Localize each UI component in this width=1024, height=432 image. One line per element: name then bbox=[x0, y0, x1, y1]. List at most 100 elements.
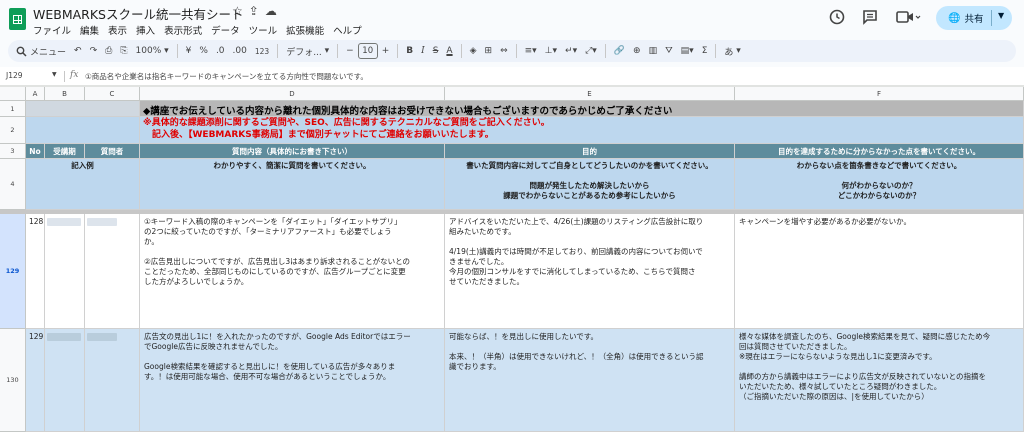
history-icon[interactable] bbox=[828, 8, 846, 26]
filter-views-icon[interactable]: ▤▾ bbox=[677, 46, 698, 56]
text-rotation-icon[interactable]: ⤢▾ bbox=[581, 46, 601, 56]
name-box-dropdown-icon[interactable]: ▼ bbox=[52, 71, 57, 78]
name-box[interactable]: J129 bbox=[6, 71, 23, 80]
menu-extensions[interactable]: 拡張機能 bbox=[286, 23, 324, 37]
cell-question-128[interactable]: ①キーワード入稿の際のキャンペーンを「ダイエット」「ダイエットサプリ」 の2つに… bbox=[140, 214, 445, 329]
font-size-decrease-button[interactable]: − bbox=[342, 46, 358, 56]
insert-chart-icon[interactable]: ▥ bbox=[645, 46, 662, 56]
cell-unclear-128[interactable]: キャンペーンを増やす必要があるか必要がないか。 bbox=[735, 214, 1024, 329]
comment-icon[interactable] bbox=[861, 8, 879, 26]
number-format-button[interactable]: 123 bbox=[251, 47, 273, 56]
sheets-logo-icon[interactable] bbox=[9, 8, 26, 30]
menu-insert[interactable]: 挿入 bbox=[136, 23, 155, 37]
share-dropdown-icon[interactable]: ▼ bbox=[998, 11, 1004, 20]
merge-cells-icon[interactable]: ⇔ bbox=[496, 46, 512, 56]
cell-a2-c2[interactable] bbox=[26, 117, 140, 144]
currency-format-button[interactable]: ¥ bbox=[182, 46, 196, 56]
functions-button[interactable]: Σ bbox=[698, 46, 712, 56]
row-header-1[interactable]: 1 bbox=[0, 101, 26, 117]
header-purpose[interactable]: 目的 bbox=[445, 144, 735, 159]
zoom-select[interactable]: 100% ▾ bbox=[132, 46, 173, 56]
example-purpose[interactable]: 書いた質問内容に対してご自身としてどうしたいのかを書いてください。 問題が発生し… bbox=[445, 159, 735, 210]
instruction-cell[interactable]: ※具体的な課題添削に関するご質問や、SEO、広告に関するテクニカルなご質問をご記… bbox=[140, 117, 1024, 144]
redo-icon[interactable]: ↷ bbox=[86, 46, 102, 56]
formula-input[interactable]: ①商品名や企業名は指名キーワードのキャンペーンを立てる方向性で問題ないです。 bbox=[85, 71, 368, 82]
cell-question-129[interactable]: 広告文の見出し1に！を入れたかったのですが、Google Ads Editorで… bbox=[140, 329, 445, 432]
column-header-f[interactable]: F bbox=[735, 87, 1024, 101]
star-icon[interactable]: ☆ bbox=[232, 4, 249, 18]
row-header-130[interactable]: 130 bbox=[0, 329, 26, 432]
cell-term-129[interactable] bbox=[45, 329, 85, 432]
cell-questioner-128[interactable] bbox=[85, 214, 140, 329]
header-question[interactable]: 質問内容（具体的にお書き下さい） bbox=[140, 144, 445, 159]
print-icon[interactable]: ⎙ bbox=[101, 46, 116, 56]
insert-link-icon[interactable]: 🔗 bbox=[610, 46, 629, 56]
move-folder-icon[interactable]: ⇪ bbox=[249, 4, 265, 18]
input-tools-button[interactable]: あ ▾ bbox=[720, 45, 744, 58]
menu-view[interactable]: 表示 bbox=[108, 23, 127, 37]
insert-comment-icon[interactable]: ⊕ bbox=[629, 46, 645, 56]
font-size-input[interactable]: 10 bbox=[357, 43, 378, 59]
borders-icon[interactable]: ⊞ bbox=[481, 46, 497, 56]
cell-term-128[interactable] bbox=[45, 214, 85, 329]
menu-format[interactable]: 表示形式 bbox=[164, 23, 202, 37]
redacted-block bbox=[87, 218, 117, 226]
vertical-align-icon[interactable]: ⊥▾ bbox=[541, 46, 561, 56]
header-no[interactable]: No bbox=[26, 144, 45, 159]
document-title[interactable]: WEBMARKSスクール統一共有シート bbox=[33, 4, 244, 23]
decrease-decimal-button[interactable]: .0 bbox=[212, 46, 229, 56]
cloud-saved-icon[interactable]: ☁ bbox=[265, 4, 283, 18]
row-header-3[interactable]: 3 bbox=[0, 144, 26, 159]
formula-divider bbox=[64, 71, 65, 82]
column-header-c[interactable]: C bbox=[85, 87, 140, 101]
font-size-increase-button[interactable]: + bbox=[378, 46, 394, 56]
strikethrough-button[interactable]: S bbox=[429, 46, 443, 56]
text-color-button[interactable]: A bbox=[442, 46, 456, 56]
cell-no-129[interactable]: 129 bbox=[26, 329, 45, 432]
text-wrap-icon[interactable]: ↵▾ bbox=[561, 46, 581, 56]
menu-help[interactable]: ヘルプ bbox=[333, 23, 362, 37]
horizontal-align-icon[interactable]: ≡▾ bbox=[521, 46, 541, 56]
cell-unclear-129[interactable]: 様々な媒体を調査したのち、Google検索結果を見て、疑問に感じたため今 回は質… bbox=[735, 329, 1024, 432]
select-all-corner[interactable] bbox=[0, 87, 26, 101]
column-header-d[interactable]: D bbox=[140, 87, 445, 101]
cell-no-128[interactable]: 128 bbox=[26, 214, 45, 329]
font-value: デフォ... bbox=[286, 47, 322, 58]
column-header-b[interactable]: B bbox=[45, 87, 85, 101]
meet-video-icon[interactable] bbox=[895, 8, 921, 26]
percent-format-button[interactable]: % bbox=[195, 46, 212, 56]
bold-button[interactable]: B bbox=[402, 46, 417, 56]
toolbar: メニュー ↶ ↷ ⎙ ⎘ 100% ▾ ¥ % .0 .00 123 デフォ..… bbox=[8, 40, 1016, 62]
menu-data[interactable]: データ bbox=[211, 23, 240, 37]
menu-edit[interactable]: 編集 bbox=[80, 23, 99, 37]
cell-questioner-129[interactable] bbox=[85, 329, 140, 432]
cell-purpose-128[interactable]: アドバイスをいただいた上で、4/26(土)課題のリスティング広告設計に取り 組み… bbox=[445, 214, 735, 329]
menu-tools[interactable]: ツール bbox=[249, 23, 278, 37]
row-header-129[interactable]: 129 bbox=[0, 214, 26, 329]
search-menus[interactable]: メニュー bbox=[8, 45, 70, 58]
redacted-block bbox=[87, 333, 117, 341]
menu-file[interactable]: ファイル bbox=[33, 23, 71, 37]
paint-format-icon[interactable]: ⎘ bbox=[116, 46, 131, 56]
header-questioner[interactable]: 質問者 bbox=[85, 144, 140, 159]
increase-decimal-button[interactable]: .00 bbox=[229, 46, 251, 56]
header-unclear-points[interactable]: 目的を達成するために分からなかった点を書いてください。 bbox=[735, 144, 1024, 159]
fill-color-icon[interactable]: ◈ bbox=[466, 46, 481, 56]
example-unclear-points[interactable]: わからない点を箇条書きなどで書いてください。 何がわからないのか？ どこかわから… bbox=[735, 159, 1024, 210]
cell-purpose-129[interactable]: 可能ならば、！を見出しに使用したいです。 本来、！（半角）は使用できないけれど、… bbox=[445, 329, 735, 432]
filter-icon[interactable]: ⛛ bbox=[661, 46, 677, 56]
toolbar-divider bbox=[337, 44, 339, 58]
notice-banner[interactable]: ◆講座でお伝えしている内容から離れた個別具体的な内容はお受けできない場合もござい… bbox=[140, 101, 1024, 117]
cell-a1-c1[interactable] bbox=[26, 101, 140, 117]
example-question[interactable]: わかりやすく、簡潔に質問を書いてください。 bbox=[140, 159, 445, 210]
column-header-a[interactable]: A bbox=[26, 87, 45, 101]
example-label[interactable]: 記入例 bbox=[26, 159, 140, 210]
undo-icon[interactable]: ↶ bbox=[70, 46, 86, 56]
font-select[interactable]: デフォ... ▾ bbox=[282, 45, 333, 58]
italic-button[interactable]: I bbox=[417, 46, 429, 56]
row-header-4[interactable]: 4 bbox=[0, 159, 26, 210]
column-header-e[interactable]: E bbox=[445, 87, 735, 101]
row-header-2[interactable]: 2 bbox=[0, 117, 26, 144]
header-course-term[interactable]: 受講期 bbox=[45, 144, 85, 159]
share-button[interactable]: 🌐 共有 ▼ bbox=[936, 6, 1012, 30]
